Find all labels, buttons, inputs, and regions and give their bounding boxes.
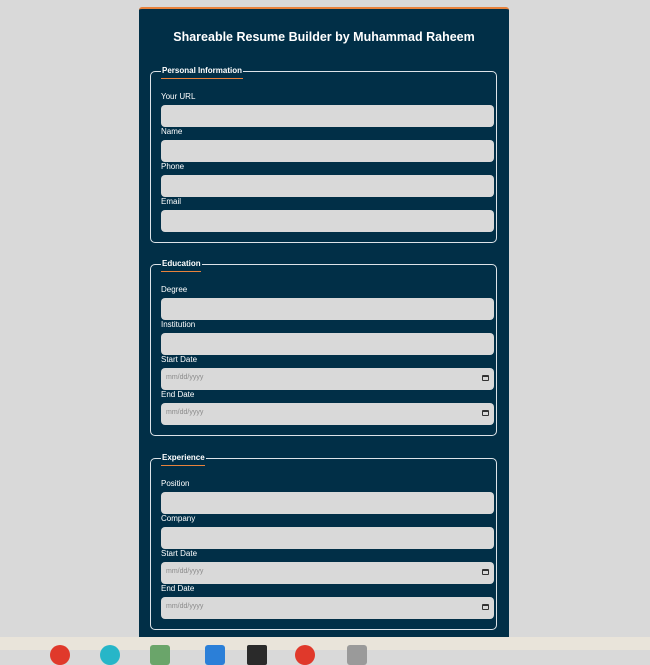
taskbar-app-icon[interactable]: [205, 645, 225, 665]
degree-input[interactable]: [161, 298, 494, 320]
education-end-date-label: End Date: [161, 390, 195, 399]
name-input[interactable]: [161, 140, 494, 162]
legend-underline: [161, 78, 243, 79]
taskbar-app-icon[interactable]: [150, 645, 170, 665]
personal-info-legend: Personal Information: [161, 65, 244, 76]
phone-label: Phone: [161, 162, 185, 171]
url-input[interactable]: [161, 105, 494, 127]
experience-start-date-label: Start Date: [161, 549, 198, 558]
name-label: Name: [161, 127, 183, 136]
education-start-date-input[interactable]: mm/dd/yyyy: [161, 368, 494, 390]
date-placeholder: mm/dd/yyyy: [166, 568, 204, 575]
degree-label: Degree: [161, 285, 188, 294]
institution-label: Institution: [161, 320, 196, 329]
email-input[interactable]: [161, 210, 494, 232]
resume-form-card: Shareable Resume Builder by Muhammad Rah…: [139, 7, 509, 650]
taskbar-app-icon[interactable]: [295, 645, 315, 665]
taskbar-app-icon[interactable]: [347, 645, 367, 665]
taskbar-app-icon[interactable]: [50, 645, 70, 665]
experience-end-date-label: End Date: [161, 584, 195, 593]
education-start-date-label: Start Date: [161, 355, 198, 364]
taskbar-app-icon[interactable]: [247, 645, 267, 665]
taskbar-app-icon[interactable]: [100, 645, 120, 665]
page-title: Shareable Resume Builder by Muhammad Rah…: [173, 30, 475, 44]
position-label: Position: [161, 479, 190, 488]
legend-underline: [161, 465, 205, 466]
education-section: Education Degree Institution Start Date …: [150, 258, 497, 436]
date-placeholder: mm/dd/yyyy: [166, 374, 204, 381]
company-input[interactable]: [161, 527, 494, 549]
email-label: Email: [161, 197, 182, 206]
calendar-icon[interactable]: [482, 410, 489, 416]
institution-input[interactable]: [161, 333, 494, 355]
company-label: Company: [161, 514, 196, 523]
calendar-icon[interactable]: [482, 375, 489, 381]
calendar-icon[interactable]: [482, 569, 489, 575]
experience-section: Experience Position Company Start Date m…: [150, 452, 497, 630]
education-end-date-input[interactable]: mm/dd/yyyy: [161, 403, 494, 425]
phone-input[interactable]: [161, 175, 494, 197]
date-placeholder: mm/dd/yyyy: [166, 603, 204, 610]
experience-end-date-input[interactable]: mm/dd/yyyy: [161, 597, 494, 619]
legend-underline: [161, 271, 201, 272]
position-input[interactable]: [161, 492, 494, 514]
experience-start-date-input[interactable]: mm/dd/yyyy: [161, 562, 494, 584]
experience-legend: Experience: [161, 452, 206, 463]
url-label: Your URL: [161, 92, 196, 101]
date-placeholder: mm/dd/yyyy: [166, 409, 204, 416]
taskbar: [0, 637, 650, 665]
calendar-icon[interactable]: [482, 604, 489, 610]
education-legend: Education: [161, 258, 202, 269]
personal-info-section: Personal Information Your URL Name Phone…: [150, 65, 497, 243]
